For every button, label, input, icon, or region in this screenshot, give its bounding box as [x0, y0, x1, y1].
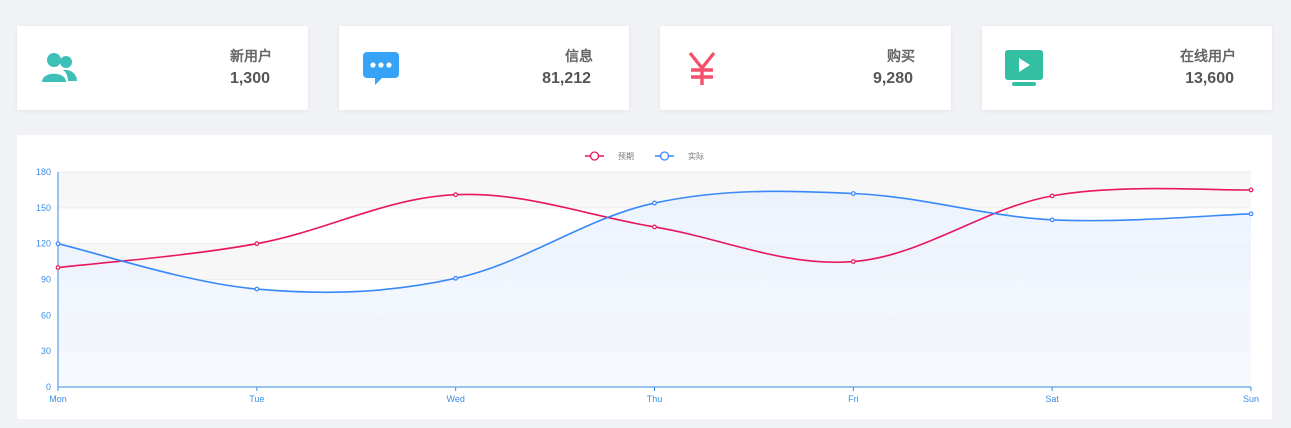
data-point [652, 200, 657, 206]
stat-card-online-users[interactable]: 在线用户 13,600 [982, 26, 1272, 110]
data-point [1049, 217, 1055, 223]
data-point [1248, 187, 1254, 193]
legend-marker [589, 151, 600, 161]
line-chart-panel: 0 30 60 90 120 150 180 Mon Tue Wed Thu Fri Sat Sun 预期 实… [17, 135, 1272, 419]
x-tick-label: Thu [647, 394, 663, 404]
legend-label: 预期 [618, 151, 634, 161]
video-screen-icon [1005, 50, 1043, 86]
y-tick-label: 90 [41, 275, 51, 285]
y-tick-label: 60 [41, 310, 51, 320]
legend-marker [659, 151, 670, 161]
data-point [1248, 211, 1254, 217]
data-point [850, 259, 856, 264]
y-tick-label: 120 [36, 239, 51, 249]
data-point [850, 191, 856, 196]
stat-card-purchases[interactable]: 购买 9,280 [660, 26, 951, 110]
card-title: 新用户 [230, 48, 272, 64]
stat-card-messages[interactable]: 信息 81,212 [339, 26, 629, 110]
data-point [652, 224, 657, 230]
data-point [254, 286, 260, 292]
card-value: 1,300 [229, 70, 270, 87]
card-value: 81,212 [542, 70, 591, 87]
message-icon [363, 52, 399, 85]
card-title: 购买 [887, 48, 915, 64]
y-tick-label: 30 [41, 346, 51, 356]
users-icon [42, 53, 77, 82]
line-chart: 0 30 60 90 120 150 180 Mon Tue Wed Thu Fri Sat Sun 预期 实… [36, 151, 1259, 404]
data-point [254, 241, 260, 247]
data-point [55, 241, 61, 247]
data-point [453, 275, 459, 281]
stat-card-new-users[interactable]: 新用户 1,300 [17, 26, 308, 110]
data-point [453, 192, 459, 198]
card-title: 在线用户 [1180, 48, 1236, 64]
x-tick-label: Wed [446, 394, 464, 404]
card-title: 信息 [565, 48, 593, 64]
x-tick-label: Mon [49, 394, 67, 404]
card-value: 9,280 [872, 70, 913, 87]
x-tick-label: Sun [1243, 394, 1259, 404]
data-point [1049, 193, 1055, 199]
x-tick-label: Fri [848, 394, 859, 404]
x-tick-label: Tue [249, 394, 264, 404]
legend-label: 实际 [688, 151, 704, 161]
yen-icon [688, 51, 716, 85]
data-point [55, 265, 61, 270]
y-tick-label: 0 [46, 382, 51, 392]
card-value: 13,600 [1185, 70, 1234, 87]
x-tick-label: Sat [1045, 394, 1059, 404]
y-tick-label: 180 [36, 167, 51, 177]
y-tick-label: 150 [36, 203, 51, 213]
